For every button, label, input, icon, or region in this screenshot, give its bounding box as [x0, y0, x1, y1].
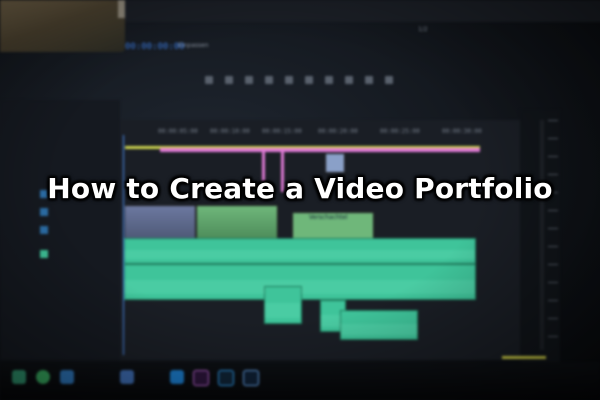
lightroom-icon: [243, 370, 259, 386]
track-header-panel: [0, 100, 120, 360]
app-icon: [170, 370, 184, 384]
audio-clip: [124, 238, 476, 264]
taskbar: [0, 362, 600, 400]
fit-dropdown: Einpassen: [178, 42, 209, 49]
audio-clip: [340, 310, 418, 340]
ruler-tick: 00:00:25:00: [380, 128, 420, 135]
camera-icon: [365, 76, 373, 84]
photoshop-icon: [218, 370, 234, 386]
lift-icon: [325, 76, 333, 84]
premiere-pro-icon: [193, 370, 209, 386]
page-count: 1/2: [418, 26, 428, 33]
clip-label: Verschachtel: [309, 214, 348, 221]
time-ruler: 00:00:05:00 00:00:10:00 00:00:15:00 00:0…: [130, 128, 490, 140]
level-indicator: [502, 356, 546, 359]
ruler-tick: 00:00:10:00: [210, 128, 250, 135]
in-point-icon: [225, 76, 233, 84]
extract-icon: [345, 76, 353, 84]
app-icon: [12, 370, 26, 384]
meter-scale: [548, 120, 558, 350]
marker-icon: [205, 76, 213, 84]
step-forward-icon: [305, 76, 313, 84]
video-clip: [196, 205, 278, 241]
video-clip: [124, 205, 196, 241]
ruler-tick: 00:00:05:00: [158, 128, 198, 135]
track-toggle-icon: [40, 208, 48, 216]
thumbnail-image: 00:00:00:00 Einpassen 1/2 00:00:05:00 00…: [0, 0, 600, 400]
video-clip: [325, 153, 345, 173]
audio-meter: [540, 120, 544, 350]
compare-icon: [385, 76, 393, 84]
marker-range: [160, 148, 480, 152]
track-toggle-icon: [40, 226, 48, 234]
ruler-tick: 00:00:20:00: [318, 128, 358, 135]
transport-controls: [205, 72, 465, 88]
audio-clip: [264, 286, 302, 324]
app-icon: [120, 370, 134, 384]
out-point-icon: [245, 76, 253, 84]
ruler-tick: 00:00:30:00: [442, 128, 482, 135]
monitor-bar: [125, 0, 600, 22]
step-back-icon: [265, 76, 273, 84]
headline-title: How to Create a Video Portfolio: [47, 172, 553, 205]
timecode-display: 00:00:00:00: [125, 42, 185, 52]
ruler-tick: 00:00:15:00: [262, 128, 302, 135]
app-icon: [36, 370, 50, 384]
play-icon: [285, 76, 293, 84]
audio-track-toggle-icon: [40, 250, 48, 258]
app-icon: [60, 370, 74, 384]
source-monitor-preview: [0, 0, 125, 52]
